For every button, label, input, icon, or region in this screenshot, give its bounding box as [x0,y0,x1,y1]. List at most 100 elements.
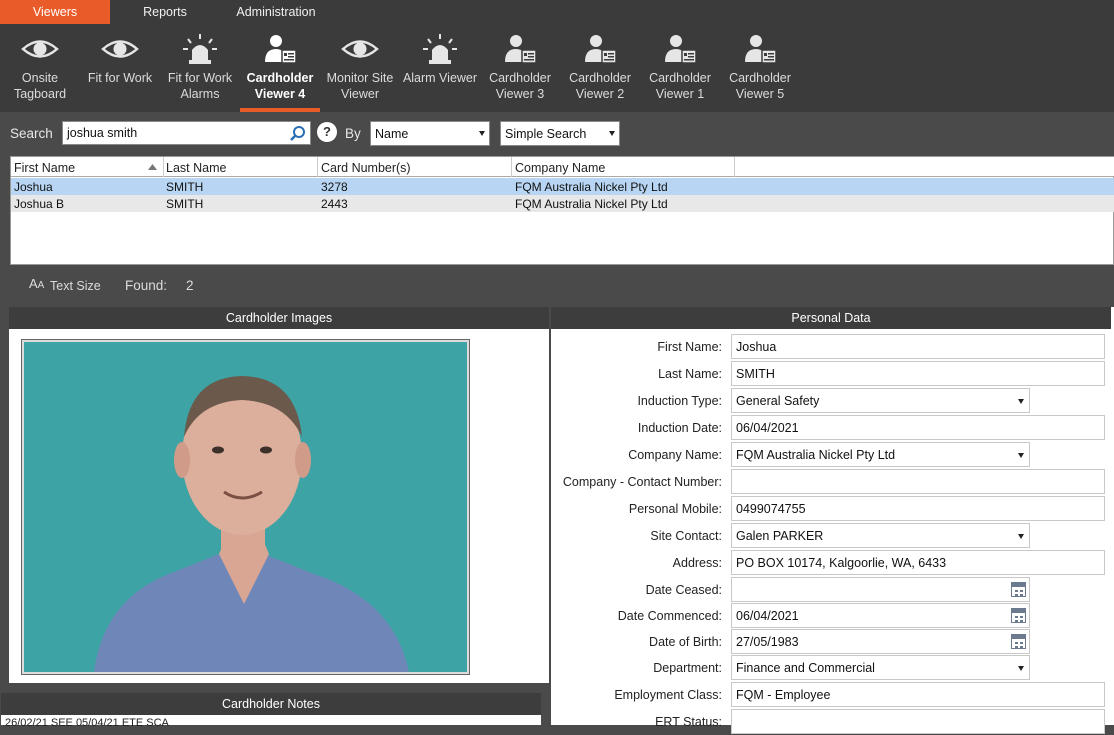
personal-data-panel: Personal Data First Name: Joshua Last Na… [551,307,1114,734]
search-icon[interactable] [289,125,306,142]
field-label: Date Ceased: [645,583,722,597]
field-employment-class: Employment Class: FQM - Employee [551,681,1114,708]
column-divider[interactable] [317,157,318,177]
tool-label: Tagboard [13,87,67,101]
cardholder-icon [745,35,777,64]
grid-header: First Name Last Name Card Number(s) Comp… [11,157,1114,177]
column-divider[interactable] [511,157,512,177]
chevron-down-icon [479,131,485,136]
tool-label: Viewer 4 [254,87,306,101]
field-date-commenced: Date Commenced: 06/04/2021 [551,602,1114,629]
fit-for-work-button[interactable]: Fit for Work [80,32,160,112]
field-date-ceased: Date Ceased: [551,576,1114,603]
eye-icon [101,40,139,58]
induction-date-input[interactable]: 06/04/2021 [731,415,1105,440]
field-induction-type: Induction Type: General Safety [551,387,1114,414]
field-label: Personal Mobile: [628,502,722,516]
field-induction-date: Induction Date: 06/04/2021 [551,414,1114,441]
cardholder-viewer-5-button[interactable]: Cardholder Viewer 5 [720,32,800,112]
tab-viewers[interactable]: Viewers [0,0,110,24]
field-last-name: Last Name: SMITH [551,360,1114,387]
field-date-of-birth: Date of Birth: 27/05/1983 [551,628,1114,655]
eye-icon [341,40,379,58]
field-label: Employment Class: [614,688,722,702]
column-divider[interactable] [734,157,735,177]
cell-card-number: 2443 [321,197,348,211]
cardholder-viewer-3-button[interactable]: Cardholder Viewer 3 [480,32,560,112]
field-value: Finance and Commercial [736,661,875,675]
field-label: Company - Contact Number: [562,475,722,489]
field-value: Joshua [736,340,777,354]
cardholder-icon [585,35,617,64]
field-department: Department: Finance and Commercial [551,654,1114,681]
alarm-light-icon [183,34,217,64]
tool-label: Cardholder [649,71,711,85]
cardholder-images-panel: Cardholder Images [9,307,549,683]
table-row[interactable]: Joshua SMITH 3278 FQM Australia Nickel P… [11,178,1114,195]
field-value: Galen PARKER [736,529,824,543]
last-name-input[interactable]: SMITH [731,361,1105,386]
panel-title: Cardholder Notes [1,693,541,715]
first-name-input[interactable]: Joshua [731,334,1105,359]
column-header-last-name[interactable]: Last Name [166,161,226,175]
chevron-down-icon [1018,534,1024,539]
cardholder-viewer-1-button[interactable]: Cardholder Viewer 1 [640,32,720,112]
calendar-icon[interactable] [1011,582,1026,597]
address-input[interactable]: PO BOX 10174, Kalgoorlie, WA, 6433 [731,550,1105,575]
monitor-site-viewer-button[interactable]: Monitor Site Viewer [320,32,400,112]
tool-label: Viewer 5 [735,87,785,101]
fit-for-work-alarms-button[interactable]: Fit for Work Alarms [160,32,240,112]
tool-label: Alarms [180,87,220,101]
tab-administration[interactable]: Administration [222,0,330,24]
alarm-viewer-button[interactable]: Alarm Viewer [400,32,480,112]
field-value: 27/05/1983 [736,635,799,649]
tool-label: Viewer 2 [575,87,625,101]
calendar-icon[interactable] [1011,634,1026,649]
tab-reports[interactable]: Reports [122,0,208,24]
notes-text[interactable]: 26/02/21 SEE 05/04/21 ETE SCA [5,717,169,729]
field-label: Site Contact: [650,529,722,543]
calendar-icon[interactable] [1011,608,1026,623]
search-by-select[interactable]: Name [370,121,490,146]
cardholder-viewer-4-button[interactable]: Cardholder Viewer 4 [240,32,320,112]
field-label: First Name: [657,340,722,354]
cardholder-notes-panel: Cardholder Notes 26/02/21 SEE 05/04/21 E… [1,693,541,729]
column-header-company-name[interactable]: Company Name [515,161,605,175]
tool-label: Cardholder [489,71,551,85]
table-row[interactable]: Joshua B SMITH 2443 FQM Australia Nickel… [11,195,1114,212]
top-nav: Viewers Reports Administration [0,0,1114,24]
text-size-button[interactable]: Text Size [50,279,101,293]
cardholder-photo[interactable] [21,339,470,675]
tool-label: Alarm Viewer [402,71,478,85]
text-size-icon[interactable]: AA [29,276,44,291]
search-label: Search [10,126,53,141]
date-ceased-input[interactable] [731,577,1030,602]
induction-type-select[interactable]: General Safety [731,388,1030,413]
field-value: SMITH [736,367,775,381]
field-value: PO BOX 10174, Kalgoorlie, WA, 6433 [736,556,947,570]
cell-last-name: SMITH [166,197,204,211]
employment-class-input[interactable]: FQM - Employee [731,682,1105,707]
date-commenced-input[interactable]: 06/04/2021 [731,603,1030,628]
ert-status-input[interactable] [731,709,1105,734]
field-label: Date Commenced: [617,609,722,623]
column-header-first-name[interactable]: First Name [14,161,75,175]
search-by-label: By [345,126,361,141]
company-name-select[interactable]: FQM Australia Nickel Pty Ltd [731,442,1030,467]
tool-label: Cardholder [569,71,631,85]
help-icon[interactable]: ? [317,122,337,142]
date-of-birth-input[interactable]: 27/05/1983 [731,629,1030,654]
onsite-tagboard-button[interactable]: Onsite Tagboard [0,32,80,112]
search-mode-select[interactable]: Simple Search [500,121,620,146]
field-address: Address: PO BOX 10174, Kalgoorlie, WA, 6… [551,549,1114,576]
site-contact-select[interactable]: Galen PARKER [731,523,1030,548]
field-site-contact: Site Contact: Galen PARKER [551,522,1114,549]
column-divider[interactable] [163,157,164,177]
field-company-name: Company Name: FQM Australia Nickel Pty L… [551,441,1114,468]
company-contact-number-input[interactable] [731,469,1105,494]
personal-mobile-input[interactable]: 0499074755 [731,496,1105,521]
search-input[interactable]: joshua smith [62,121,311,145]
cardholder-viewer-2-button[interactable]: Cardholder Viewer 2 [560,32,640,112]
column-header-card-number[interactable]: Card Number(s) [321,161,411,175]
department-select[interactable]: Finance and Commercial [731,655,1030,680]
